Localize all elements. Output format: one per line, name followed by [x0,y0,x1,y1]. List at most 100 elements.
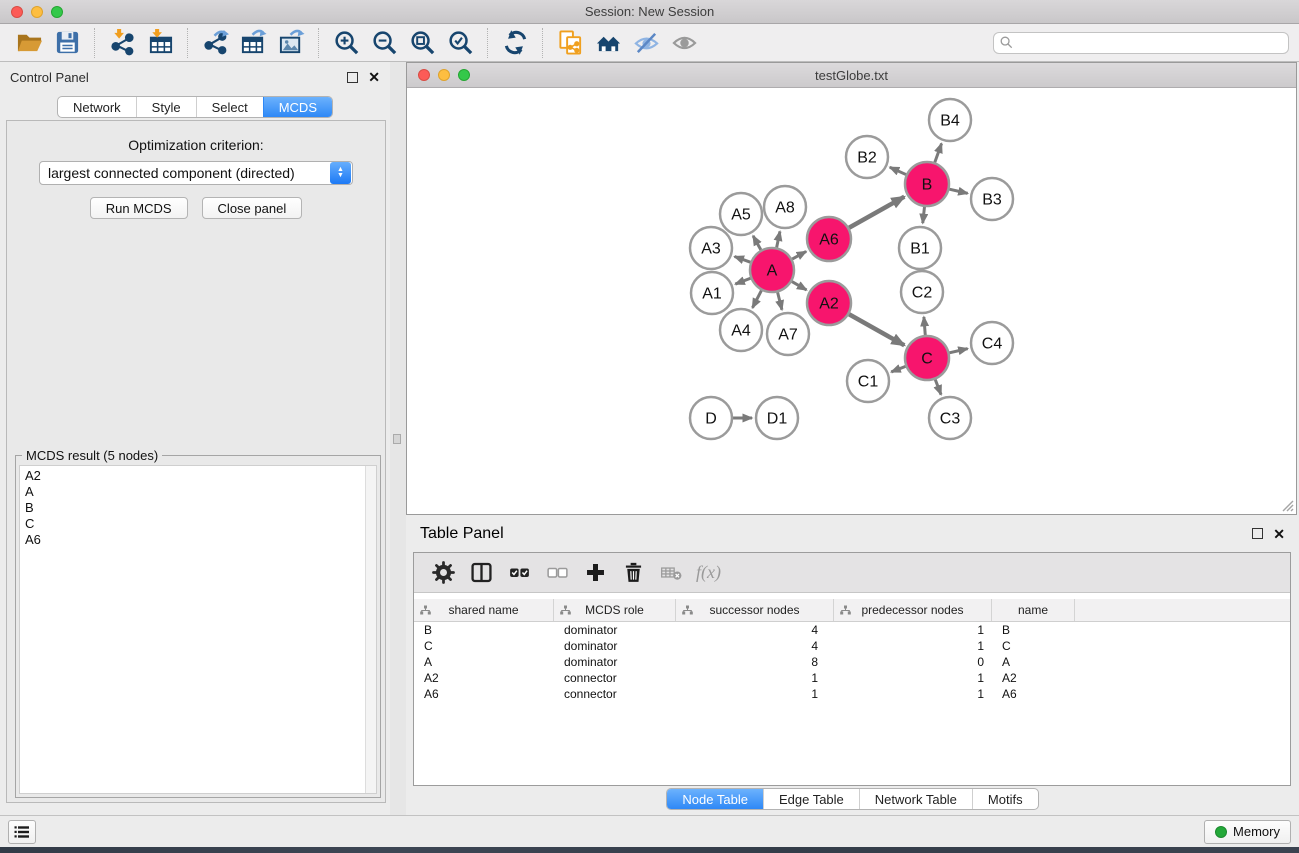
delete-column-trash-icon[interactable] [616,557,650,589]
tab-network[interactable]: Network [58,97,136,117]
zoom-out-icon[interactable] [368,27,400,59]
zoom-fit-icon[interactable] [406,27,438,59]
table-row[interactable]: Bdominator41B [414,622,1290,638]
new-network-from-selection-icon[interactable] [554,27,586,59]
float-table-panel-icon[interactable] [1252,528,1263,539]
first-neighbors-icon[interactable] [592,27,624,59]
result-item[interactable]: A2 [25,468,376,484]
node-B[interactable]: B [905,162,949,206]
import-table-icon[interactable] [144,27,176,59]
splitter-handle[interactable] [393,434,401,444]
criterion-dropdown[interactable]: largest connected component (directed) ▲… [39,161,353,185]
show-all-eye-icon[interactable] [668,27,700,59]
node-D1[interactable]: D1 [756,397,798,439]
zoom-in-icon[interactable] [330,27,362,59]
edge-A-A6[interactable] [792,251,806,259]
open-session-icon[interactable] [13,27,45,59]
tab-edge-table[interactable]: Edge Table [763,789,859,809]
column-header-shared-name[interactable]: shared name [414,599,554,621]
node-B3[interactable]: B3 [971,178,1013,220]
minimize-window-button[interactable] [31,6,43,18]
edge-A-A3[interactable] [735,256,751,262]
table-row[interactable]: A6connector11A6 [414,686,1290,702]
close-panel-button[interactable]: Close panel [202,197,303,219]
edge-B-B4[interactable] [935,144,942,163]
node-A2[interactable]: A2 [807,281,851,325]
edge-C-C4[interactable] [949,349,967,353]
result-list-scrollbar[interactable] [365,466,376,793]
result-item[interactable]: A6 [25,532,376,548]
edge-B-B1[interactable] [923,207,925,223]
function-builder-icon[interactable]: f(x) [696,562,721,583]
export-table-icon[interactable] [237,27,269,59]
export-network-icon[interactable] [199,27,231,59]
memory-button[interactable]: Memory [1204,820,1291,844]
result-item[interactable]: C [25,516,376,532]
edge-C-C2[interactable] [924,317,925,335]
edge-C-C1[interactable] [891,366,905,372]
show-column-panel-icon[interactable] [464,557,498,589]
tab-node-table[interactable]: Node Table [667,789,763,809]
panel-splitter[interactable] [390,62,406,815]
network-minimize-button[interactable] [438,69,450,81]
column-header-mcds-role[interactable]: MCDS role [554,599,676,621]
edge-A2-C[interactable] [849,314,904,345]
create-column-plus-icon[interactable] [578,557,612,589]
table-row[interactable]: A2connector11A2 [414,670,1290,686]
select-all-columns-icon[interactable] [502,557,536,589]
tab-select[interactable]: Select [196,97,263,117]
edge-A-A1[interactable] [735,278,750,284]
network-close-button[interactable] [418,69,430,81]
node-C3[interactable]: C3 [929,397,971,439]
zoom-selected-icon[interactable] [444,27,476,59]
node-A4[interactable]: A4 [720,309,762,351]
node-C2[interactable]: C2 [901,271,943,313]
table-row[interactable]: Cdominator41C [414,638,1290,654]
window-resize-grip[interactable] [1281,499,1294,512]
network-zoom-button[interactable] [458,69,470,81]
node-B2[interactable]: B2 [846,136,888,178]
edge-A-A5[interactable] [753,236,761,250]
export-image-icon[interactable] [275,27,307,59]
edge-A-A7[interactable] [778,292,782,309]
edge-A-A4[interactable] [752,290,761,307]
network-canvas[interactable]: AA1A2A3A4A5A6A7A8BB1B2B3B4CC1C2C3C4DD1 [407,88,1296,514]
unselect-all-columns-icon[interactable] [540,557,574,589]
node-C1[interactable]: C1 [847,360,889,402]
hide-selected-eye-icon[interactable] [630,27,662,59]
run-mcds-button[interactable]: Run MCDS [90,197,188,219]
refresh-icon[interactable] [499,27,531,59]
node-A5[interactable]: A5 [720,193,762,235]
node-A3[interactable]: A3 [690,227,732,269]
column-header-name[interactable]: name [992,599,1075,621]
node-A8[interactable]: A8 [764,186,806,228]
float-panel-icon[interactable] [347,72,358,83]
table-settings-gear-icon[interactable] [426,557,460,589]
task-history-button[interactable] [8,820,36,844]
column-header-predecessor-nodes[interactable]: predecessor nodes [834,599,992,621]
search-input[interactable] [1017,36,1282,50]
node-C4[interactable]: C4 [971,322,1013,364]
column-header-successor-nodes[interactable]: successor nodes [676,599,834,621]
node-D[interactable]: D [690,397,732,439]
edge-B-B3[interactable] [949,189,967,193]
edge-C-C3[interactable] [935,379,941,394]
result-item[interactable]: B [25,500,376,516]
search-field[interactable] [993,32,1289,54]
delete-table-icon[interactable] [654,557,688,589]
edge-B-B2[interactable] [890,167,906,174]
edge-A6-B[interactable] [849,197,904,228]
edge-A-A8[interactable] [777,231,780,247]
tab-network-table[interactable]: Network Table [859,789,972,809]
close-table-panel-icon[interactable]: ✕ [1273,527,1285,541]
close-panel-icon[interactable]: ✕ [368,70,380,84]
result-item[interactable]: A [25,484,376,500]
table-row[interactable]: Adominator80A [414,654,1290,670]
close-window-button[interactable] [11,6,23,18]
tab-mcds[interactable]: MCDS [263,97,332,117]
node-C[interactable]: C [905,336,949,380]
save-session-icon[interactable] [51,27,83,59]
zoom-window-button[interactable] [51,6,63,18]
import-network-icon[interactable] [106,27,138,59]
tab-motifs[interactable]: Motifs [972,789,1038,809]
